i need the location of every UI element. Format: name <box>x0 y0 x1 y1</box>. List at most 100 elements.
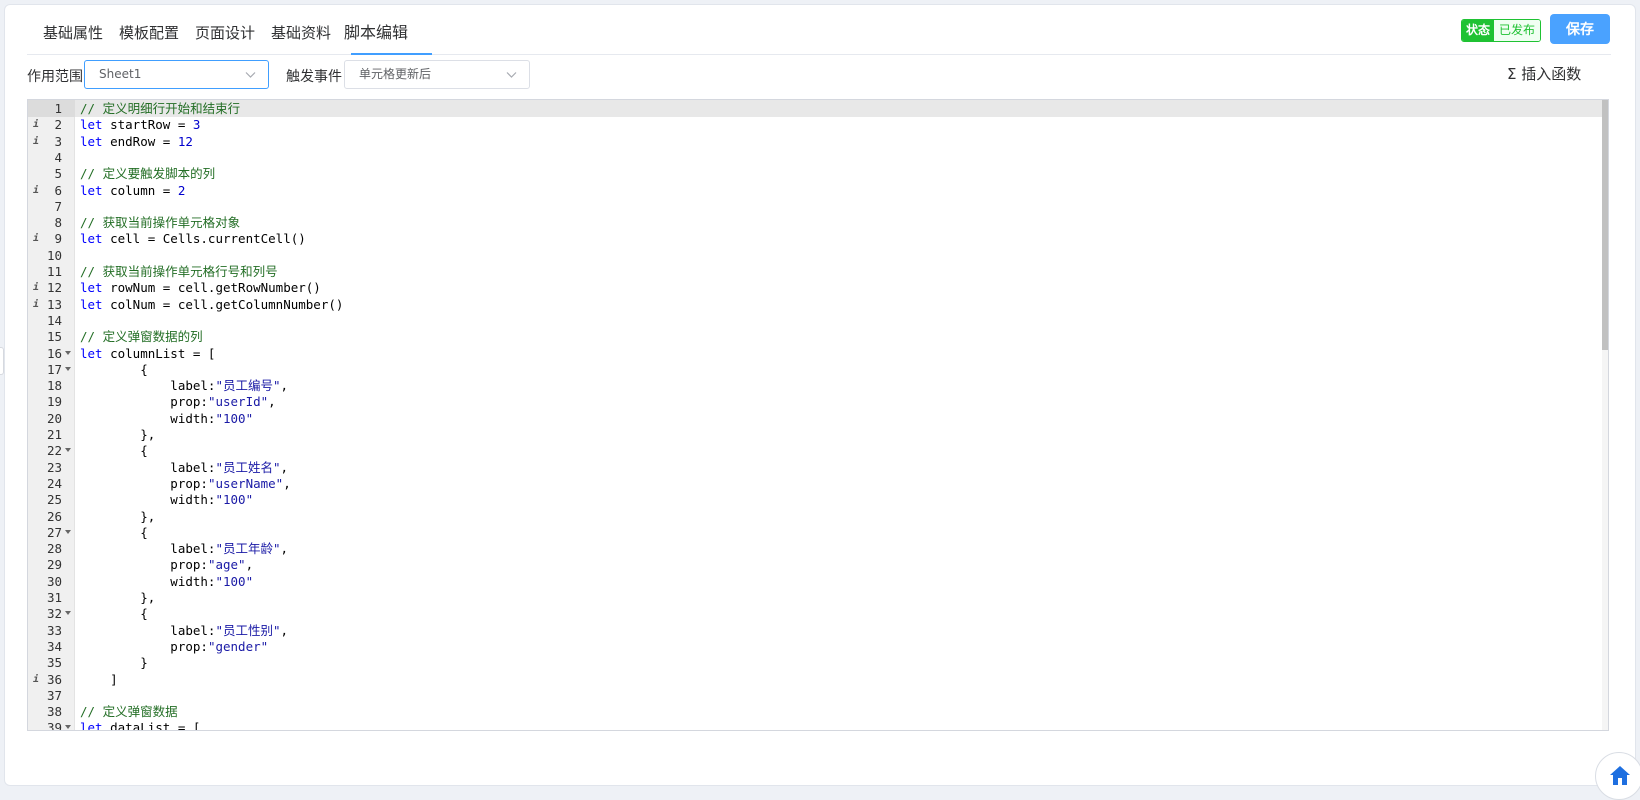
line-number: 14 <box>46 312 62 328</box>
tab-basic-data[interactable]: 基础资料 <box>271 21 331 54</box>
line-number: 2 <box>54 117 62 133</box>
code-line[interactable]: 21 }, <box>28 426 1588 443</box>
code-token: } <box>80 655 148 671</box>
save-button[interactable]: 保存 <box>1550 14 1610 44</box>
code-text: width:"100" <box>80 491 253 508</box>
code-line[interactable]: i 3 let endRow = 12 <box>28 133 1588 150</box>
tab-template-config[interactable]: 模板配置 <box>119 21 179 54</box>
code-line[interactable]: 33 label:"员工性别", <box>28 622 1588 639</box>
code-token: ] <box>80 671 118 687</box>
code-token: "userId" <box>207 394 269 410</box>
line-number: 16 <box>46 345 62 361</box>
sigma-icon: Σ <box>1507 65 1517 83</box>
event-select-value: 单元格更新后 <box>359 67 432 81</box>
code-text: prop:"userId", <box>80 393 275 410</box>
code-line[interactable]: 29 prop:"age", <box>28 556 1588 573</box>
code-token: cell = Cells.currentCell() <box>102 231 306 247</box>
code-text: let dataList = [ <box>80 719 201 731</box>
code-line[interactable]: i 9 let cell = Cells.currentCell() <box>28 230 1588 247</box>
code-token: // 定义弹窗数据的列 <box>80 329 203 345</box>
fold-toggle-icon[interactable] <box>65 529 71 534</box>
fold-toggle-icon[interactable] <box>65 725 71 730</box>
code-line[interactable]: 23 label:"员工姓名", <box>28 459 1588 476</box>
code-line[interactable]: 7 <box>28 198 1588 215</box>
code-line[interactable]: 16 let columnList = [ <box>28 345 1588 362</box>
code-line[interactable]: 1 // 定义明细行开始和结束行 <box>28 100 1588 117</box>
code-line[interactable]: 27 { <box>28 524 1588 541</box>
code-line[interactable]: 15 // 定义弹窗数据的列 <box>28 328 1588 345</box>
code-line[interactable]: 28 label:"员工年龄", <box>28 540 1588 557</box>
code-token: { <box>80 443 148 459</box>
tab-page-design[interactable]: 页面设计 <box>195 21 255 54</box>
code-line[interactable]: 4 <box>28 149 1588 166</box>
line-number: 12 <box>46 280 62 296</box>
line-number: 6 <box>54 182 62 198</box>
fold-toggle-icon[interactable] <box>65 448 71 453</box>
fold-toggle-icon[interactable] <box>65 350 71 355</box>
code-line[interactable]: 11 // 获取当前操作单元格行号和列号 <box>28 263 1588 280</box>
code-line[interactable]: 8 // 获取当前操作单元格对象 <box>28 214 1588 231</box>
code-line[interactable]: 31 }, <box>28 589 1588 606</box>
code-token: label: <box>80 459 216 475</box>
code-line[interactable]: 34 prop:"gender" <box>28 638 1588 655</box>
code-line[interactable]: 5 // 定义要触发脚本的列 <box>28 165 1588 182</box>
code-line[interactable]: 30 width:"100" <box>28 573 1588 590</box>
code-token: { <box>80 524 148 540</box>
status-badge: 状态 已发布 <box>1461 19 1542 42</box>
scope-select[interactable]: Sheet1 <box>84 60 269 89</box>
code-token: let <box>80 720 103 731</box>
code-token: 2 <box>177 182 186 198</box>
code-line[interactable]: i 6 let column = 2 <box>28 182 1588 199</box>
line-number: 39 <box>46 720 62 731</box>
code-line[interactable]: 32 { <box>28 605 1588 622</box>
line-number: 20 <box>46 410 62 426</box>
code-token: prop: <box>80 638 208 654</box>
code-line[interactable]: 37 <box>28 687 1588 704</box>
code-line[interactable]: 38 // 定义弹窗数据 <box>28 703 1588 720</box>
home-button[interactable] <box>1595 752 1640 800</box>
code-line[interactable]: i 36 ] <box>28 671 1588 688</box>
code-line[interactable]: 20 width:"100" <box>28 410 1588 427</box>
code-line[interactable]: i 13 let colNum = cell.getColumnNumber() <box>28 296 1588 313</box>
tab-script-edit[interactable]: 脚本编辑 <box>344 21 408 54</box>
code-token: "userName" <box>207 475 284 491</box>
vertical-scrollbar[interactable] <box>1602 100 1608 730</box>
code-line[interactable]: i 2 let startRow = 3 <box>28 116 1588 133</box>
side-handle[interactable] <box>0 347 4 375</box>
code-token: "100" <box>215 492 254 508</box>
code-editor[interactable]: 1// 定义明细行开始和结束行 i 2 let startRow = 3 i 3 let e… <box>27 99 1609 731</box>
code-line[interactable]: 25 width:"100" <box>28 491 1588 508</box>
tab-basic-properties[interactable]: 基础属性 <box>43 21 103 54</box>
scrollbar-thumb[interactable] <box>1602 100 1608 350</box>
code-line[interactable]: 19 prop:"userId", <box>28 393 1588 410</box>
code-text: } <box>80 654 148 671</box>
event-select[interactable]: 单元格更新后 <box>344 60 530 89</box>
code-token: }, <box>80 508 156 524</box>
code-line[interactable]: 24 prop:"userName", <box>28 475 1588 492</box>
code-line[interactable]: 39 let dataList = [ <box>28 719 1588 731</box>
code-line[interactable]: 10 <box>28 247 1588 264</box>
code-token: }, <box>80 427 156 442</box>
code-token: { <box>80 361 148 377</box>
code-line[interactable]: 18 label:"员工编号", <box>28 377 1588 394</box>
code-token: let <box>80 182 103 198</box>
code-line[interactable]: 14 <box>28 312 1588 329</box>
code-line[interactable]: 26 }, <box>28 508 1588 525</box>
code-token: 3 <box>192 117 201 133</box>
code-token: // 定义弹窗数据 <box>80 704 178 720</box>
code-line[interactable]: 17 { <box>28 361 1588 378</box>
fold-toggle-icon[interactable] <box>65 611 71 616</box>
code-token: "100" <box>215 410 254 426</box>
code-line[interactable]: i 12 let rowNum = cell.getRowNumber() <box>28 279 1588 296</box>
line-number: 35 <box>46 655 62 671</box>
code-text: let colNum = cell.getColumnNumber() <box>80 296 343 313</box>
insert-function-button[interactable]: Σ 插入函数 <box>1507 63 1581 84</box>
fold-toggle-icon[interactable] <box>65 366 71 371</box>
code-token: , <box>280 378 289 394</box>
code-token: prop: <box>80 394 208 410</box>
code-token: dataList = [ <box>102 720 201 731</box>
code-line[interactable]: 22 { <box>28 442 1588 459</box>
line-number: 34 <box>46 638 62 654</box>
code-line[interactable]: 35 } <box>28 654 1588 671</box>
code-token: // 获取当前操作单元格行号和列号 <box>80 264 278 279</box>
